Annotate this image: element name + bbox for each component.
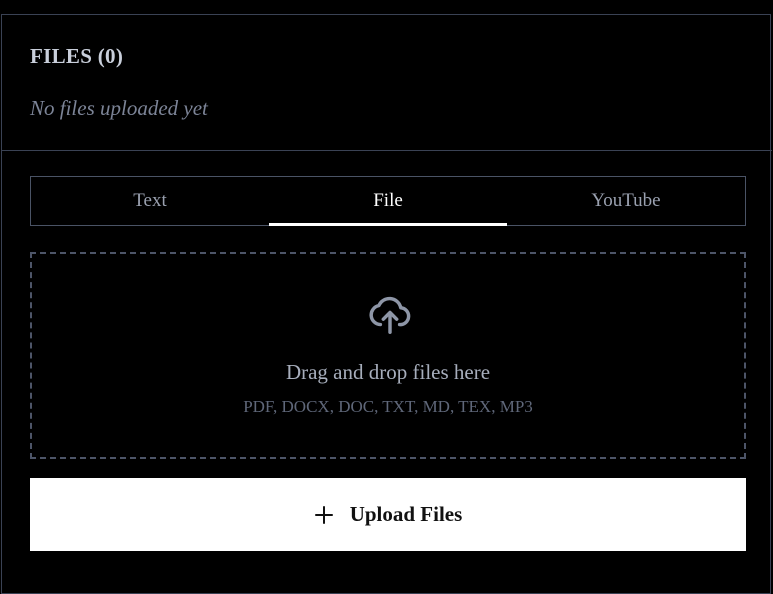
source-tabs: Text File YouTube: [30, 176, 746, 226]
tab-youtube[interactable]: YouTube: [507, 177, 745, 225]
files-title: FILES (0): [30, 44, 124, 68]
files-section: FILES (0) No files uploaded yet: [2, 15, 772, 151]
sources-panel: FILES (0) No files uploaded yet Text Fil…: [1, 14, 772, 594]
upload-files-label: Upload Files: [349, 502, 463, 526]
upload-files-button[interactable]: Upload Files: [30, 478, 746, 551]
tab-text[interactable]: Text: [31, 177, 269, 225]
cloud-upload-icon: [369, 296, 411, 334]
plus-icon: [314, 505, 333, 524]
file-dropzone[interactable]: Drag and drop files here PDF, DOCX, DOC,…: [30, 252, 746, 459]
tab-file[interactable]: File: [269, 177, 507, 226]
dropzone-title: Drag and drop files here: [285, 360, 491, 384]
dropzone-formats: PDF, DOCX, DOC, TXT, MD, TEX, MP3: [243, 397, 533, 416]
files-empty-message: No files uploaded yet: [30, 96, 208, 120]
